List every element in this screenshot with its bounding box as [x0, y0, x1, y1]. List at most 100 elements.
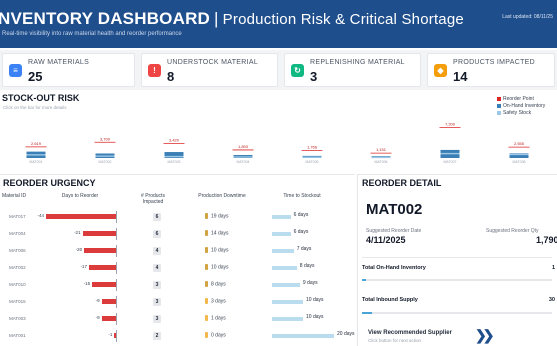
time-to-stockout-label: 8 days [299, 263, 315, 269]
inbound-value: 30 [548, 297, 555, 303]
hourglass-icon [205, 298, 208, 304]
production-downtime: 14 days [205, 230, 229, 236]
stockout-title: STOCK-OUT RISK [2, 93, 80, 103]
downtime-value: 3 days [211, 298, 226, 305]
downtime-value: 10 days [211, 264, 229, 271]
zero-axis [116, 296, 117, 308]
reorder-point-label: 2,619 [31, 141, 42, 146]
time-to-stockout-label: 10 days [306, 297, 324, 303]
kpi-label: REPLENISHING MATERIAL [310, 59, 405, 66]
table-row[interactable]: MAT006 -20 4 10 days 7 days [0, 243, 355, 260]
production-downtime: 10 days [205, 264, 229, 270]
days-to-reorder-bar [101, 316, 116, 321]
hourglass-icon [205, 264, 208, 270]
downtime-value: 19 days [211, 213, 229, 220]
time-to-stockout-label: 7 days [296, 246, 312, 252]
category-tick-label: MAT007 [444, 160, 457, 164]
time-to-stockout-bar [272, 334, 334, 338]
time-to-stockout-bar [272, 215, 291, 219]
reorder-date-label: Suggested Reorder Date [366, 228, 422, 234]
table-row[interactable]: MAT010 -15 3 8 days 9 days [0, 277, 355, 294]
zero-axis [116, 228, 117, 240]
category-tick-label: MAT005 [306, 160, 319, 164]
hourglass-icon [205, 281, 208, 287]
hourglass-icon [205, 230, 208, 236]
reorder-detail-panel: REORDER DETAIL MAT002 Suggested Reorder … [357, 174, 557, 346]
downtime-value: 14 days [211, 230, 229, 237]
zero-axis [116, 211, 117, 223]
time-to-stockout-bar [272, 249, 294, 253]
stockout-hint: Click on the bar for more details [3, 105, 67, 110]
legend-swatch-reorder [497, 96, 501, 101]
view-supplier-link[interactable]: View Recommended Supplier [368, 330, 452, 336]
category-tick-label: MAT001 [30, 160, 43, 164]
days-to-reorder-bar [92, 282, 116, 287]
double-chevron-right-icon[interactable]: ❯❯ [475, 327, 495, 344]
products-impacted-count: 6 [153, 230, 161, 238]
header-tagline: Real-time visibility into raw material h… [2, 31, 182, 37]
products-impacted-count: 3 [153, 315, 161, 323]
time-to-stockout-bar [272, 317, 303, 321]
material-id: MAT010 [9, 282, 26, 287]
safety-stock-marker [95, 155, 115, 157]
time-to-stockout-label: 10 days [306, 314, 324, 320]
col-days-to-reorder[interactable]: Days to Reorder [52, 193, 108, 199]
days-to-reorder-label: -21 [74, 230, 81, 235]
selected-material: MAT002 [366, 201, 423, 218]
kpi-label: PRODUCTS IMPACTED [453, 59, 535, 66]
days-to-reorder-label: -44 [37, 213, 44, 218]
products-impacted-count: 4 [153, 264, 161, 272]
kpi-card-understock[interactable]: ! UNDERSTOCK MATERIAL 8 [141, 53, 278, 87]
zero-axis [116, 279, 117, 291]
kpi-label: RAW MATERIALS [28, 59, 90, 66]
kpi-card-products-impacted[interactable]: ◆ PRODUCTS IMPACTED 14 [427, 53, 555, 87]
days-to-reorder-label: -17 [80, 264, 87, 269]
refresh-icon: ↻ [291, 64, 304, 77]
table-row[interactable]: MAT015 -9 3 3 days 10 days [0, 294, 355, 311]
category-tick-label: MAT002 [99, 160, 112, 164]
alert-icon: ! [148, 64, 161, 77]
days-to-reorder-bar [84, 248, 116, 253]
reorder-point-label: 3,700 [100, 136, 111, 141]
kpi-strip: ≡ RAW MATERIALS 25 ! UNDERSTOCK MATERIAL… [0, 50, 557, 90]
legend-swatch-onhand [497, 103, 501, 108]
material-id: MAT015 [9, 299, 26, 304]
title-main: NVENTORY DASHBOARD [0, 9, 211, 28]
page-title: NVENTORY DASHBOARD | Production Risk & Cri… [0, 9, 464, 29]
safety-stock-marker [233, 156, 253, 158]
reorder-point-label: 3,420 [169, 137, 180, 142]
hourglass-icon [205, 315, 208, 321]
table-row[interactable]: MAT001 -1 2 0 days 20 days [0, 328, 355, 345]
downtime-value: 0 days [211, 332, 226, 339]
table-row[interactable]: MAT004 -21 6 14 days 6 days [0, 226, 355, 243]
days-to-reorder-label: -9 [95, 298, 100, 303]
kpi-value: 3 [310, 69, 318, 84]
col-production-downtime[interactable]: Production Downtime [188, 193, 256, 199]
inbound-bar-fill [362, 312, 372, 314]
stockout-risk-panel: STOCK-OUT RISK Click on the bar for more… [0, 92, 557, 172]
safety-stock-marker [509, 153, 529, 156]
stockout-chart[interactable]: 2,619 MAT001 3,700 MAT002 3,420 MAT003 1,893 MA… [0, 114, 557, 170]
legend-item: Reorder Point [497, 96, 545, 103]
col-material-id[interactable]: Material ID [2, 193, 36, 199]
reorder-point-label: 2,555 [514, 141, 525, 146]
legend-item: On-Hand Inventory [497, 103, 545, 110]
table-row[interactable]: MAT002 -17 4 10 days 8 days [0, 260, 355, 277]
divider [362, 257, 552, 258]
safety-stock-marker [26, 154, 46, 156]
days-to-reorder-bar [46, 214, 116, 219]
col-time-to-stockout[interactable]: Time to Stockout [270, 193, 334, 199]
kpi-card-replenishing[interactable]: ↻ REPLENISHING MATERIAL 3 [284, 53, 421, 87]
hourglass-icon [205, 332, 208, 338]
col-products-impacted[interactable]: # Products Impacted [132, 193, 174, 205]
material-id: MAT002 [9, 265, 26, 270]
table-row[interactable]: MAT017 -44 6 19 days 6 days [0, 209, 355, 226]
onhand-label: Total On-Hand Inventory [362, 265, 426, 271]
products-impacted-count: 3 [153, 298, 161, 306]
days-to-reorder-label: -9 [95, 315, 100, 320]
products-impacted-count: 4 [153, 247, 161, 255]
reorder-date-value: 4/11/2025 [366, 235, 406, 245]
kpi-card-raw-materials[interactable]: ≡ RAW MATERIALS 25 [2, 53, 135, 87]
table-row[interactable]: MAT003 -9 3 1 days 10 days [0, 311, 355, 328]
detail-title: REORDER DETAIL [362, 178, 442, 188]
